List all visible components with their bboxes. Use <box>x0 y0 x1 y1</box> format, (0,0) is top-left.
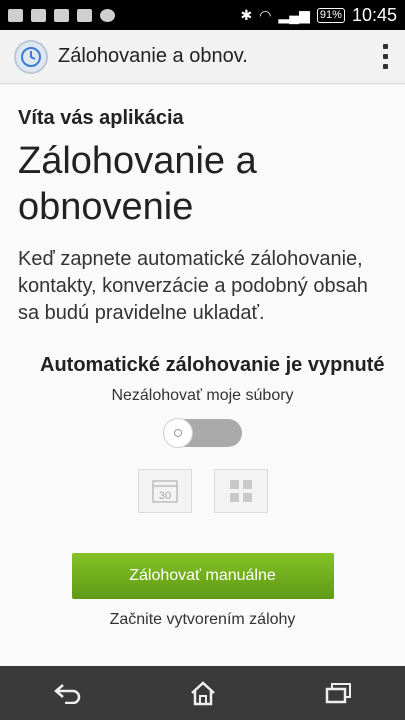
signal-icon: ▂▄▆ <box>278 6 310 23</box>
clock: 10:45 <box>351 4 397 25</box>
bluetooth-icon: ✱ <box>240 6 253 23</box>
welcome-text: Víta vás aplikácia <box>18 107 184 129</box>
description: Keď zapnete automatické zálohovanie, kon… <box>18 248 368 324</box>
app-backup-icon[interactable] <box>14 39 48 74</box>
calendar-day-text: 30 <box>158 490 170 502</box>
home-icon[interactable] <box>173 673 233 713</box>
page-title: Zálohovanie a obnovenie <box>18 140 257 228</box>
auto-backup-subtitle: Nezálohovať moje súbory <box>111 387 294 404</box>
manual-backup-button[interactable]: Zálohovať manuálne <box>71 553 334 599</box>
overflow-menu-icon[interactable] <box>365 37 405 77</box>
notification-mail-icon <box>54 8 69 22</box>
notification-e-icon <box>100 8 115 22</box>
notification-message-icon <box>31 8 46 22</box>
recents-icon[interactable] <box>308 673 368 713</box>
app-title: Zálohovanie a obnov. <box>58 45 248 67</box>
calendar-icon: 30 <box>137 469 192 513</box>
apps-grid-icon <box>213 469 268 513</box>
notification-image-icon <box>77 8 92 22</box>
back-icon[interactable] <box>38 673 98 713</box>
action-bar: Zálohovanie a obnov. <box>0 30 405 84</box>
battery-indicator: 91% <box>316 7 345 23</box>
status-bar: ✱ ◠ ▂▄▆ 91% 10:45 <box>0 0 405 30</box>
backup-hint: Začnite vytvorením zálohy <box>109 611 296 628</box>
main-content: Víta vás aplikácia Zálohovanie a obnoven… <box>0 85 405 665</box>
auto-backup-toggle[interactable] <box>162 418 242 448</box>
notification-app-icon <box>8 8 23 22</box>
wifi-icon: ◠ <box>259 6 272 23</box>
auto-backup-status: Automatické zálohovanie je vypnuté <box>40 354 385 376</box>
feature-icons: 30 <box>18 469 387 513</box>
navigation-bar <box>0 666 405 720</box>
toggle-knob[interactable] <box>162 418 193 448</box>
